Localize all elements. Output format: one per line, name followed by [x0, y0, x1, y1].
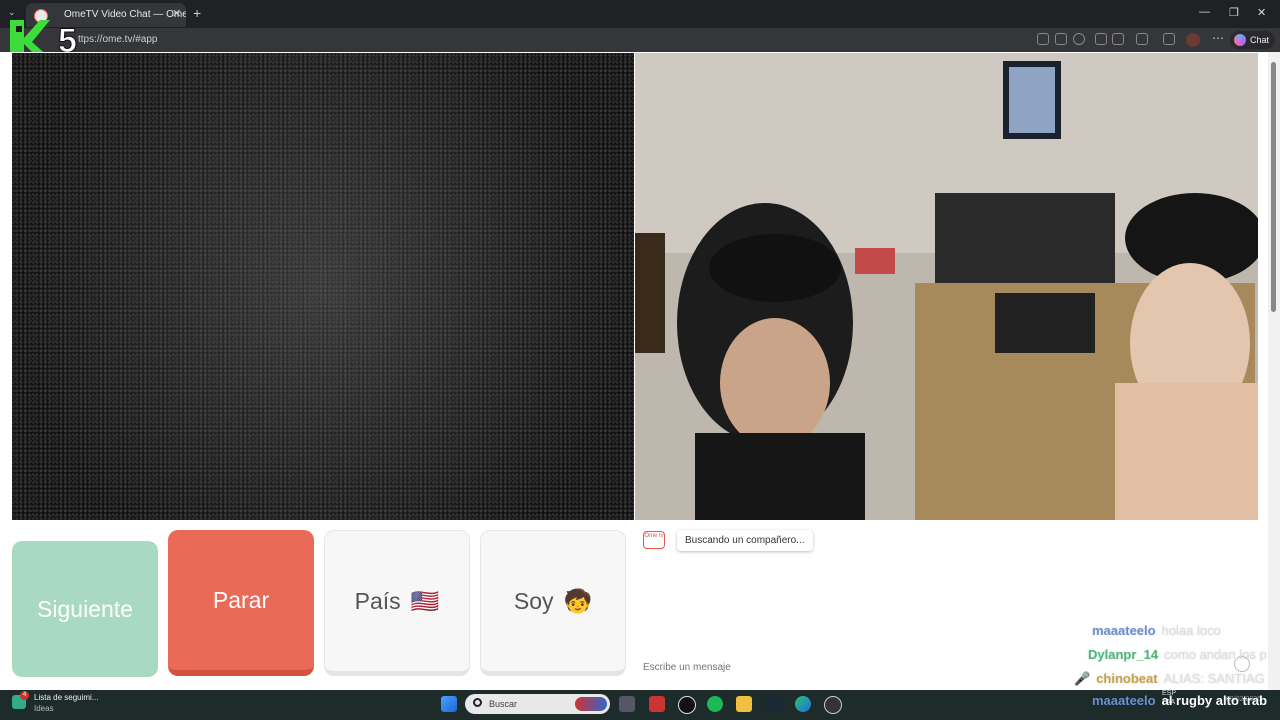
country-button[interactable]: País 🇺🇸	[324, 530, 470, 676]
steam-icon[interactable]	[765, 696, 781, 712]
browser-tab-bar: ⌄ OmeTV Video Chat — Omegl ✕ + — ❐ ✕	[0, 0, 1280, 28]
stream-chat-line: maaateelo holaa loco	[1092, 623, 1221, 638]
edge-browser-icon[interactable]	[795, 696, 811, 712]
calendar-app-icon[interactable]	[649, 696, 665, 712]
settings-menu-icon[interactable]: ⋯	[1212, 31, 1224, 45]
stop-button-label: Parar	[212, 586, 270, 613]
next-button[interactable]: Siguiente	[12, 541, 158, 677]
stream-chat-line: Dylanpr_14 como andan los p	[1088, 647, 1267, 662]
boy-emoji-icon: 🧒	[563, 587, 593, 614]
split-screen-icon[interactable]	[1112, 33, 1124, 45]
minimize-button[interactable]: —	[1199, 6, 1210, 18]
gender-button[interactable]: Soy 🧒	[480, 530, 626, 676]
microphone-icon: 🎤	[1074, 671, 1091, 686]
file-explorer-icon[interactable]	[736, 696, 752, 712]
stream-chat-line: maaateelo al rugby alto trab	[1092, 693, 1267, 708]
status-message: Buscando un compañero...	[677, 530, 813, 551]
tab-close-icon[interactable]: ✕	[172, 7, 181, 20]
copilot-chat-button[interactable]: Chat	[1230, 31, 1276, 49]
translate-icon[interactable]	[1055, 33, 1067, 45]
collections-icon[interactable]	[1163, 33, 1175, 45]
maximize-button[interactable]: ❐	[1229, 6, 1239, 19]
stream-chat-user: maaateelo	[1092, 623, 1156, 638]
stream-chat-message: ALIAS: SANTIAG	[1163, 671, 1265, 686]
taskbar-search[interactable]: Buscar	[465, 694, 610, 714]
search-label: Buscar	[489, 699, 518, 709]
gender-button-label: Soy	[513, 587, 554, 614]
app-clock-icon[interactable]	[678, 696, 696, 714]
stream-chat-user: Dylanpr_14	[1088, 647, 1159, 662]
country-button-label: País	[354, 587, 401, 614]
task-view-icon[interactable]	[619, 696, 635, 712]
new-tab-button[interactable]: +	[193, 5, 201, 21]
profile-avatar[interactable]	[1186, 33, 1200, 47]
stream-chat-line: 🎤 chinobeat ALIAS: SANTIAG	[1074, 671, 1265, 687]
stream-chat-user: maaateelo	[1092, 693, 1156, 708]
stream-chat-message: holaa loco	[1161, 623, 1221, 638]
partner-video-scene	[635, 53, 1258, 520]
us-flag-icon: 🇺🇸	[410, 587, 440, 614]
widget-badge: 4	[20, 691, 29, 700]
start-menu-icon[interactable]	[441, 696, 457, 712]
obs-icon[interactable]	[824, 696, 842, 714]
stream-chat-message: al rugby alto trab	[1161, 693, 1268, 708]
stop-button[interactable]: Parar	[168, 530, 314, 676]
copilot-icon	[1234, 34, 1246, 46]
widget-subtitle: Ideas	[34, 704, 54, 713]
spotify-icon[interactable]	[707, 696, 723, 712]
search-highlight-icon	[575, 697, 607, 711]
tracking-icon[interactable]	[1073, 33, 1085, 45]
partner-video	[635, 53, 1258, 520]
self-video-static	[12, 53, 634, 520]
widget-title[interactable]: Lista de seguimi...	[34, 693, 98, 702]
message-input[interactable]	[636, 656, 1145, 678]
favorite-star-icon[interactable]	[1095, 33, 1107, 45]
chat-button-label: Chat	[1250, 35, 1270, 45]
extensions-icon[interactable]	[1136, 33, 1148, 45]
address-bar: ttps://ome.tv/#app ⋯ Chat	[0, 28, 1280, 52]
app-available-icon[interactable]	[1037, 33, 1049, 45]
stream-chat-message: como andan los p	[1164, 647, 1267, 662]
page-scrollbar[interactable]	[1268, 52, 1280, 690]
windows-taskbar: 4 Lista de seguimi... Ideas Buscar ESP L…	[0, 690, 1280, 720]
search-icon	[473, 698, 482, 707]
ometv-logo-icon: Ome tv	[643, 531, 665, 549]
scrollbar-thumb[interactable]	[1271, 62, 1276, 312]
next-button-label: Siguiente	[37, 595, 133, 622]
close-window-button[interactable]: ✕	[1257, 6, 1266, 19]
stream-chat-user: chinobeat	[1096, 671, 1158, 686]
